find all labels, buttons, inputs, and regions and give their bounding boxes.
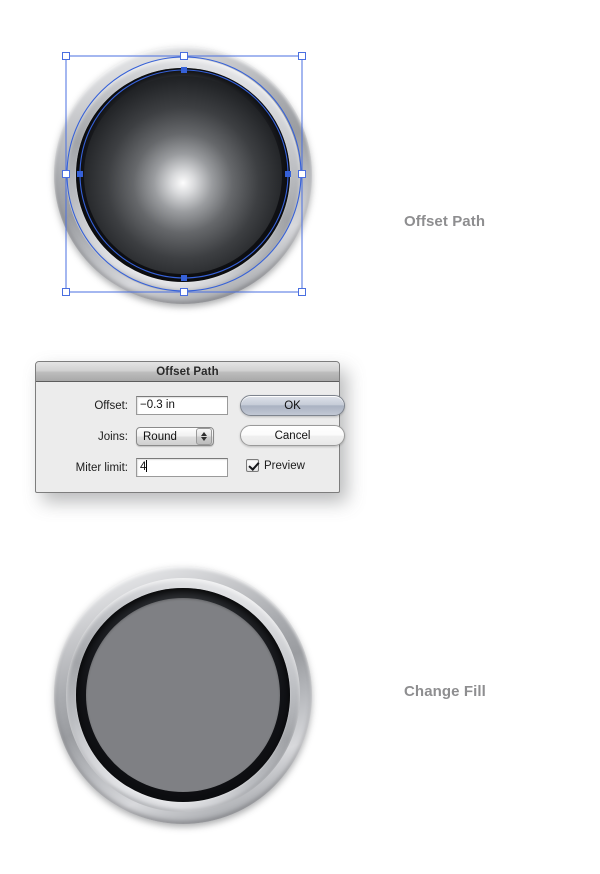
preview-checkbox-row[interactable]: Preview (240, 455, 345, 476)
chevron-up-icon (201, 431, 207, 436)
preview-label: Preview (264, 459, 305, 472)
dialog-form-column: Offset: −0.3 in Joins: Round Miter limit… (48, 394, 228, 479)
artwork-glossy-dome-button[interactable] (44, 34, 324, 314)
ok-button[interactable]: OK (240, 395, 345, 416)
joins-label: Joins: (97, 430, 128, 443)
chevron-down-icon (201, 437, 207, 442)
joins-stepper-icon[interactable] (196, 428, 212, 445)
preview-checkbox[interactable] (246, 459, 259, 472)
joins-select-value: Round (143, 430, 177, 443)
dialog-title: Offset Path (156, 365, 219, 378)
cancel-button[interactable]: Cancel (240, 425, 345, 446)
form-row-miter-limit: Miter limit: 4 (48, 456, 228, 479)
miter-limit-input[interactable]: 4 (136, 458, 228, 477)
form-row-offset: Offset: −0.3 in (48, 394, 228, 417)
dialog-titlebar[interactable]: Offset Path (36, 362, 339, 382)
form-row-joins: Joins: Round (48, 425, 228, 448)
dialog-actions-column: OK Cancel Preview (240, 394, 345, 479)
miter-limit-label: Miter limit: (75, 461, 128, 474)
button-flat-fill (86, 598, 280, 792)
text-caret (146, 460, 148, 472)
artwork-flat-fill-button[interactable] (44, 554, 324, 834)
button-gloss-fill (84, 76, 282, 274)
offset-input[interactable]: −0.3 in (136, 396, 228, 415)
dialog-body: Offset: −0.3 in Joins: Round Miter limit… (36, 382, 345, 492)
offset-path-dialog[interactable]: Offset Path Offset: −0.3 in Joins: Round (35, 361, 345, 493)
step-label-offset-path: Offset Path (404, 213, 486, 230)
step-label-change-fill: Change Fill (404, 683, 486, 700)
joins-select[interactable]: Round (136, 427, 214, 446)
offset-label: Offset: (94, 399, 128, 412)
